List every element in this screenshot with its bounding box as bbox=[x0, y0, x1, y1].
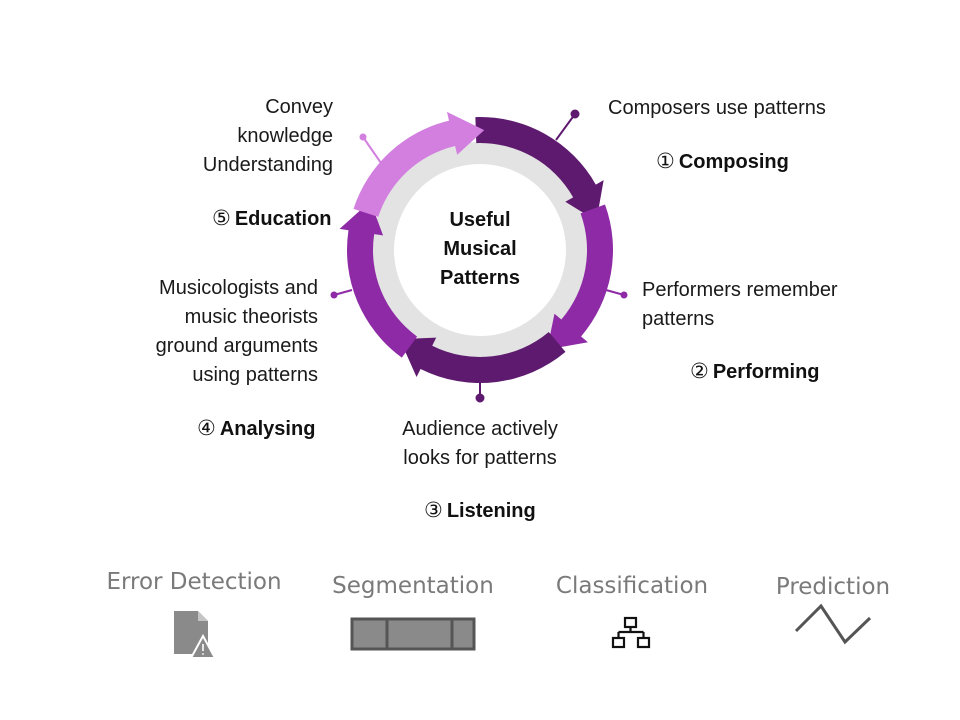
composing-description: Composers use patterns bbox=[608, 94, 826, 123]
task-classification: Classification bbox=[555, 573, 709, 599]
stage-education: ⑤ Education bbox=[212, 206, 332, 231]
stage-name: Analysing bbox=[219, 418, 316, 440]
stage-name: Listening bbox=[446, 500, 536, 522]
connector-dot-listening bbox=[475, 393, 485, 403]
description-line: Composers use patterns bbox=[608, 97, 826, 119]
description-line: Audience actively bbox=[402, 418, 558, 440]
center-line: Patterns bbox=[439, 267, 521, 289]
stage-analysing: ④ Analysing bbox=[197, 416, 315, 441]
description-line: music theorists bbox=[184, 306, 318, 328]
stage-number: ① bbox=[656, 149, 675, 173]
stage-name: Composing bbox=[678, 151, 789, 173]
description-line: looks for patterns bbox=[403, 447, 557, 469]
center-label: Useful Musical Patterns bbox=[410, 206, 550, 293]
stage-performing: ② Performing bbox=[690, 359, 820, 384]
center-line: Musical bbox=[443, 238, 517, 260]
connector-composing bbox=[555, 113, 576, 141]
connector-dot-analysing bbox=[330, 291, 338, 299]
listening-description: Audience actively looks for patterns bbox=[380, 415, 580, 473]
description-line: Performers remember bbox=[642, 279, 838, 301]
center-line: Useful bbox=[449, 209, 511, 231]
connector-education bbox=[362, 136, 382, 164]
segmented-bar-icon bbox=[350, 617, 476, 651]
connector-dot-composing bbox=[570, 109, 580, 119]
description-line: using patterns bbox=[192, 364, 318, 386]
description-line: ground arguments bbox=[155, 335, 318, 357]
analysing-description: Musicologists and music theorists ground… bbox=[110, 274, 318, 390]
task-segmentation: Segmentation bbox=[332, 573, 494, 599]
task-prediction: Prediction bbox=[775, 574, 891, 600]
description-line: knowledge bbox=[237, 125, 333, 147]
performing-description: Performers remember patterns bbox=[642, 276, 838, 334]
connector-dot-performing bbox=[620, 291, 628, 299]
stage-name: Education bbox=[234, 208, 332, 230]
description-line: Musicologists and bbox=[159, 277, 318, 299]
stage-number: ⑤ bbox=[212, 206, 231, 230]
description-line: patterns bbox=[642, 308, 715, 330]
description-line: Convey bbox=[265, 96, 333, 118]
hierarchy-icon bbox=[611, 616, 651, 649]
stage-number: ② bbox=[690, 359, 709, 383]
file-warning-icon bbox=[174, 611, 217, 659]
stage-number: ③ bbox=[424, 498, 443, 522]
education-description: Convey knowledge Understanding bbox=[150, 93, 333, 180]
task-error-detection: Error Detection bbox=[106, 569, 282, 595]
description-line: Understanding bbox=[202, 154, 333, 176]
zigzag-icon bbox=[794, 603, 872, 645]
stage-composing: ① Composing bbox=[656, 149, 789, 174]
stage-number: ④ bbox=[197, 416, 216, 440]
connector-dot-education bbox=[359, 133, 367, 141]
stage-name: Performing bbox=[712, 361, 820, 383]
stage-listening: ③ Listening bbox=[424, 498, 536, 523]
